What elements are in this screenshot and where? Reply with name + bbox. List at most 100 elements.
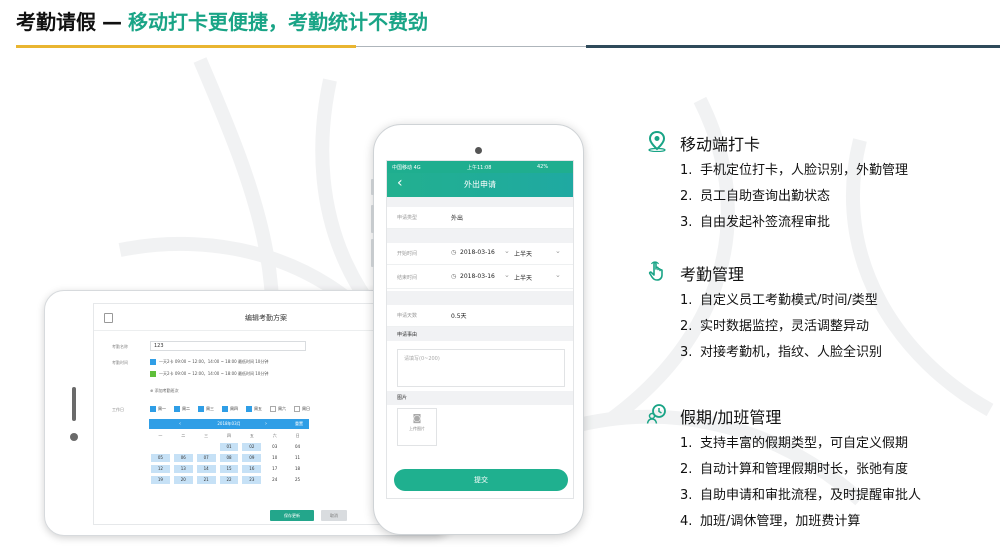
feature-title: 移动端打卡 bbox=[680, 135, 761, 154]
weekday-checkbox[interactable]: 周二 bbox=[174, 406, 190, 412]
calendar-day[interactable]: 03 bbox=[265, 443, 284, 451]
location-pin-icon bbox=[648, 130, 666, 152]
calendar-weekday-header: 三 bbox=[204, 433, 209, 438]
calendar-day[interactable]: 02 bbox=[242, 443, 262, 451]
checkbox-icon bbox=[150, 406, 156, 412]
header-rule-accent bbox=[16, 45, 356, 48]
name-field[interactable]: 123 bbox=[150, 341, 306, 351]
calendar-day[interactable]: 13 bbox=[173, 465, 193, 473]
end-label: 结束时间 bbox=[397, 275, 418, 281]
calendar-day[interactable]: 15 bbox=[219, 465, 239, 473]
weekday-checkbox[interactable]: 周三 bbox=[198, 406, 214, 412]
checkbox-icon bbox=[174, 406, 180, 412]
page-title: 考勤请假 bbox=[16, 10, 96, 34]
list-item: 3. 对接考勤机，指纹、人脸全识别 bbox=[680, 340, 986, 366]
type-row[interactable]: 申请类型 外出 bbox=[387, 207, 573, 229]
status-carrier: 中国移动 4G bbox=[392, 165, 421, 171]
nav-title: 外出申请 bbox=[464, 180, 496, 189]
calendar-day[interactable]: 17 bbox=[265, 465, 284, 473]
calendar-day[interactable]: 18 bbox=[288, 465, 307, 473]
chevron-down-icon: ⌄ bbox=[555, 247, 561, 255]
shift-option-2[interactable]: 一天2卡 09:00 ~ 12:00，14:00 ~ 18:00 最低时间 10… bbox=[150, 371, 268, 377]
calendar-day[interactable]: 04 bbox=[288, 443, 307, 451]
cancel-button[interactable]: 取消 bbox=[321, 510, 347, 521]
image-label: 图片 bbox=[397, 395, 408, 401]
calendar-day[interactable]: 24 bbox=[265, 476, 284, 484]
weekday-checkbox[interactable]: 周五 bbox=[246, 406, 262, 412]
calendar-day[interactable]: 11 bbox=[288, 454, 307, 462]
calendar-day[interactable]: 16 bbox=[242, 465, 262, 473]
item-number: 2. bbox=[680, 319, 693, 334]
list-item: 1. 支持丰富的假期类型，可自定义假期 bbox=[680, 431, 986, 457]
calendar-day[interactable]: 06 bbox=[173, 454, 193, 462]
header-rule-dark bbox=[586, 45, 1000, 48]
section-gap bbox=[387, 291, 573, 305]
item-text: 员工自助查询出勤状态 bbox=[700, 189, 831, 204]
start-date: 2018-03-16 bbox=[460, 249, 495, 256]
calendar-reset-button[interactable]: 重置 bbox=[295, 419, 303, 429]
weekday-checkbox[interactable]: 周一 bbox=[150, 406, 166, 412]
item-text: 支持丰富的假期类型，可自定义假期 bbox=[700, 436, 909, 451]
calendar-day[interactable]: 22 bbox=[219, 476, 239, 484]
weekday-checkbox[interactable]: 周四 bbox=[222, 406, 238, 412]
item-number: 3. bbox=[680, 215, 693, 230]
reason-textarea[interactable]: 请填写(0~200) bbox=[397, 349, 565, 387]
weekday-label: 周四 bbox=[230, 406, 238, 411]
item-number: 2. bbox=[680, 189, 693, 204]
section-gap bbox=[387, 229, 573, 243]
weekday-label: 周六 bbox=[278, 406, 286, 411]
item-number: 1. bbox=[680, 293, 693, 308]
item-text: 实时数据监控，灵活调整异动 bbox=[700, 319, 870, 334]
calendar-day[interactable]: 19 bbox=[151, 476, 170, 484]
end-time-row[interactable]: 结束时间 ◷ 2018-03-16 ⌄ 上半天 ⌄ bbox=[387, 267, 573, 289]
section-gap bbox=[387, 391, 573, 405]
shift-option-1[interactable]: 一天2卡 09:00 ~ 12:00，14:00 ~ 18:00 最低时间 10… bbox=[150, 359, 268, 365]
chevron-down-icon: ⌄ bbox=[555, 271, 561, 279]
checkbox-icon bbox=[246, 406, 252, 412]
calendar-day[interactable]: 23 bbox=[242, 476, 262, 484]
list-item: 3. 自由发起补签流程审批 bbox=[680, 210, 986, 236]
calendar-day[interactable]: 20 bbox=[173, 476, 193, 484]
reason-label: 申请事由 bbox=[397, 332, 418, 338]
calendar-day[interactable]: 21 bbox=[196, 476, 216, 484]
next-month-icon[interactable]: › bbox=[265, 419, 267, 429]
start-half: 上半天 bbox=[514, 251, 533, 258]
add-shift-link[interactable]: ⊕ 添加考勤班次 bbox=[150, 388, 179, 394]
calendar-day[interactable]: 01 bbox=[219, 443, 239, 451]
title-dash: — bbox=[102, 10, 122, 34]
type-value: 外出 bbox=[451, 215, 464, 222]
save-button[interactable]: 保存更新 bbox=[270, 510, 314, 521]
calendar-day[interactable]: 09 bbox=[242, 454, 262, 462]
section-gap bbox=[387, 197, 573, 207]
item-text: 手机定位打卡，人脸识别，外勤管理 bbox=[700, 163, 909, 178]
start-time-row[interactable]: 开始时间 ◷ 2018-03-16 ⌄ 上半天 ⌄ bbox=[387, 243, 573, 265]
calendar-day bbox=[151, 443, 170, 451]
calendar-day[interactable]: 08 bbox=[219, 454, 239, 462]
upload-label: 上传图片 bbox=[409, 426, 425, 431]
item-number: 4. bbox=[680, 514, 693, 529]
calendar-day[interactable]: 07 bbox=[196, 454, 216, 462]
upload-image-button[interactable]: ◙ 上传图片 bbox=[397, 408, 437, 446]
clock-icon: ◷ bbox=[451, 249, 457, 256]
weekday-label: 周五 bbox=[254, 406, 262, 411]
calendar-day[interactable]: 12 bbox=[151, 465, 170, 473]
weekday-label: 周三 bbox=[206, 406, 214, 411]
calendar-weekday-header: 日 bbox=[295, 433, 300, 438]
prev-month-icon[interactable]: ‹ bbox=[179, 419, 181, 429]
calendar-day[interactable]: 10 bbox=[265, 454, 284, 462]
checkbox-icon bbox=[222, 406, 228, 412]
shift-color-icon bbox=[150, 359, 156, 365]
weekday-label: 周一 bbox=[158, 406, 166, 411]
calendar-day[interactable]: 25 bbox=[288, 476, 307, 484]
submit-button[interactable]: 提交 bbox=[394, 469, 568, 491]
days-label: 申请天数 bbox=[397, 313, 418, 319]
calendar-day[interactable]: 14 bbox=[196, 465, 216, 473]
type-label: 申请类型 bbox=[397, 215, 418, 221]
weekday-label: 周日 bbox=[302, 406, 310, 411]
item-text: 自动计算和管理假期时长，张弛有度 bbox=[700, 462, 909, 477]
calendar-day[interactable]: 05 bbox=[151, 454, 170, 462]
weekday-checkbox[interactable]: 周六 bbox=[270, 406, 286, 412]
phone-screen: 中国移动 4G 上午11:08 42% ‹ 外出申请 申请类型 外出 开始时间 … bbox=[386, 160, 574, 499]
weekday-checkbox[interactable]: 周日 bbox=[294, 406, 310, 412]
feature-title: 假期/加班管理 bbox=[680, 408, 782, 427]
